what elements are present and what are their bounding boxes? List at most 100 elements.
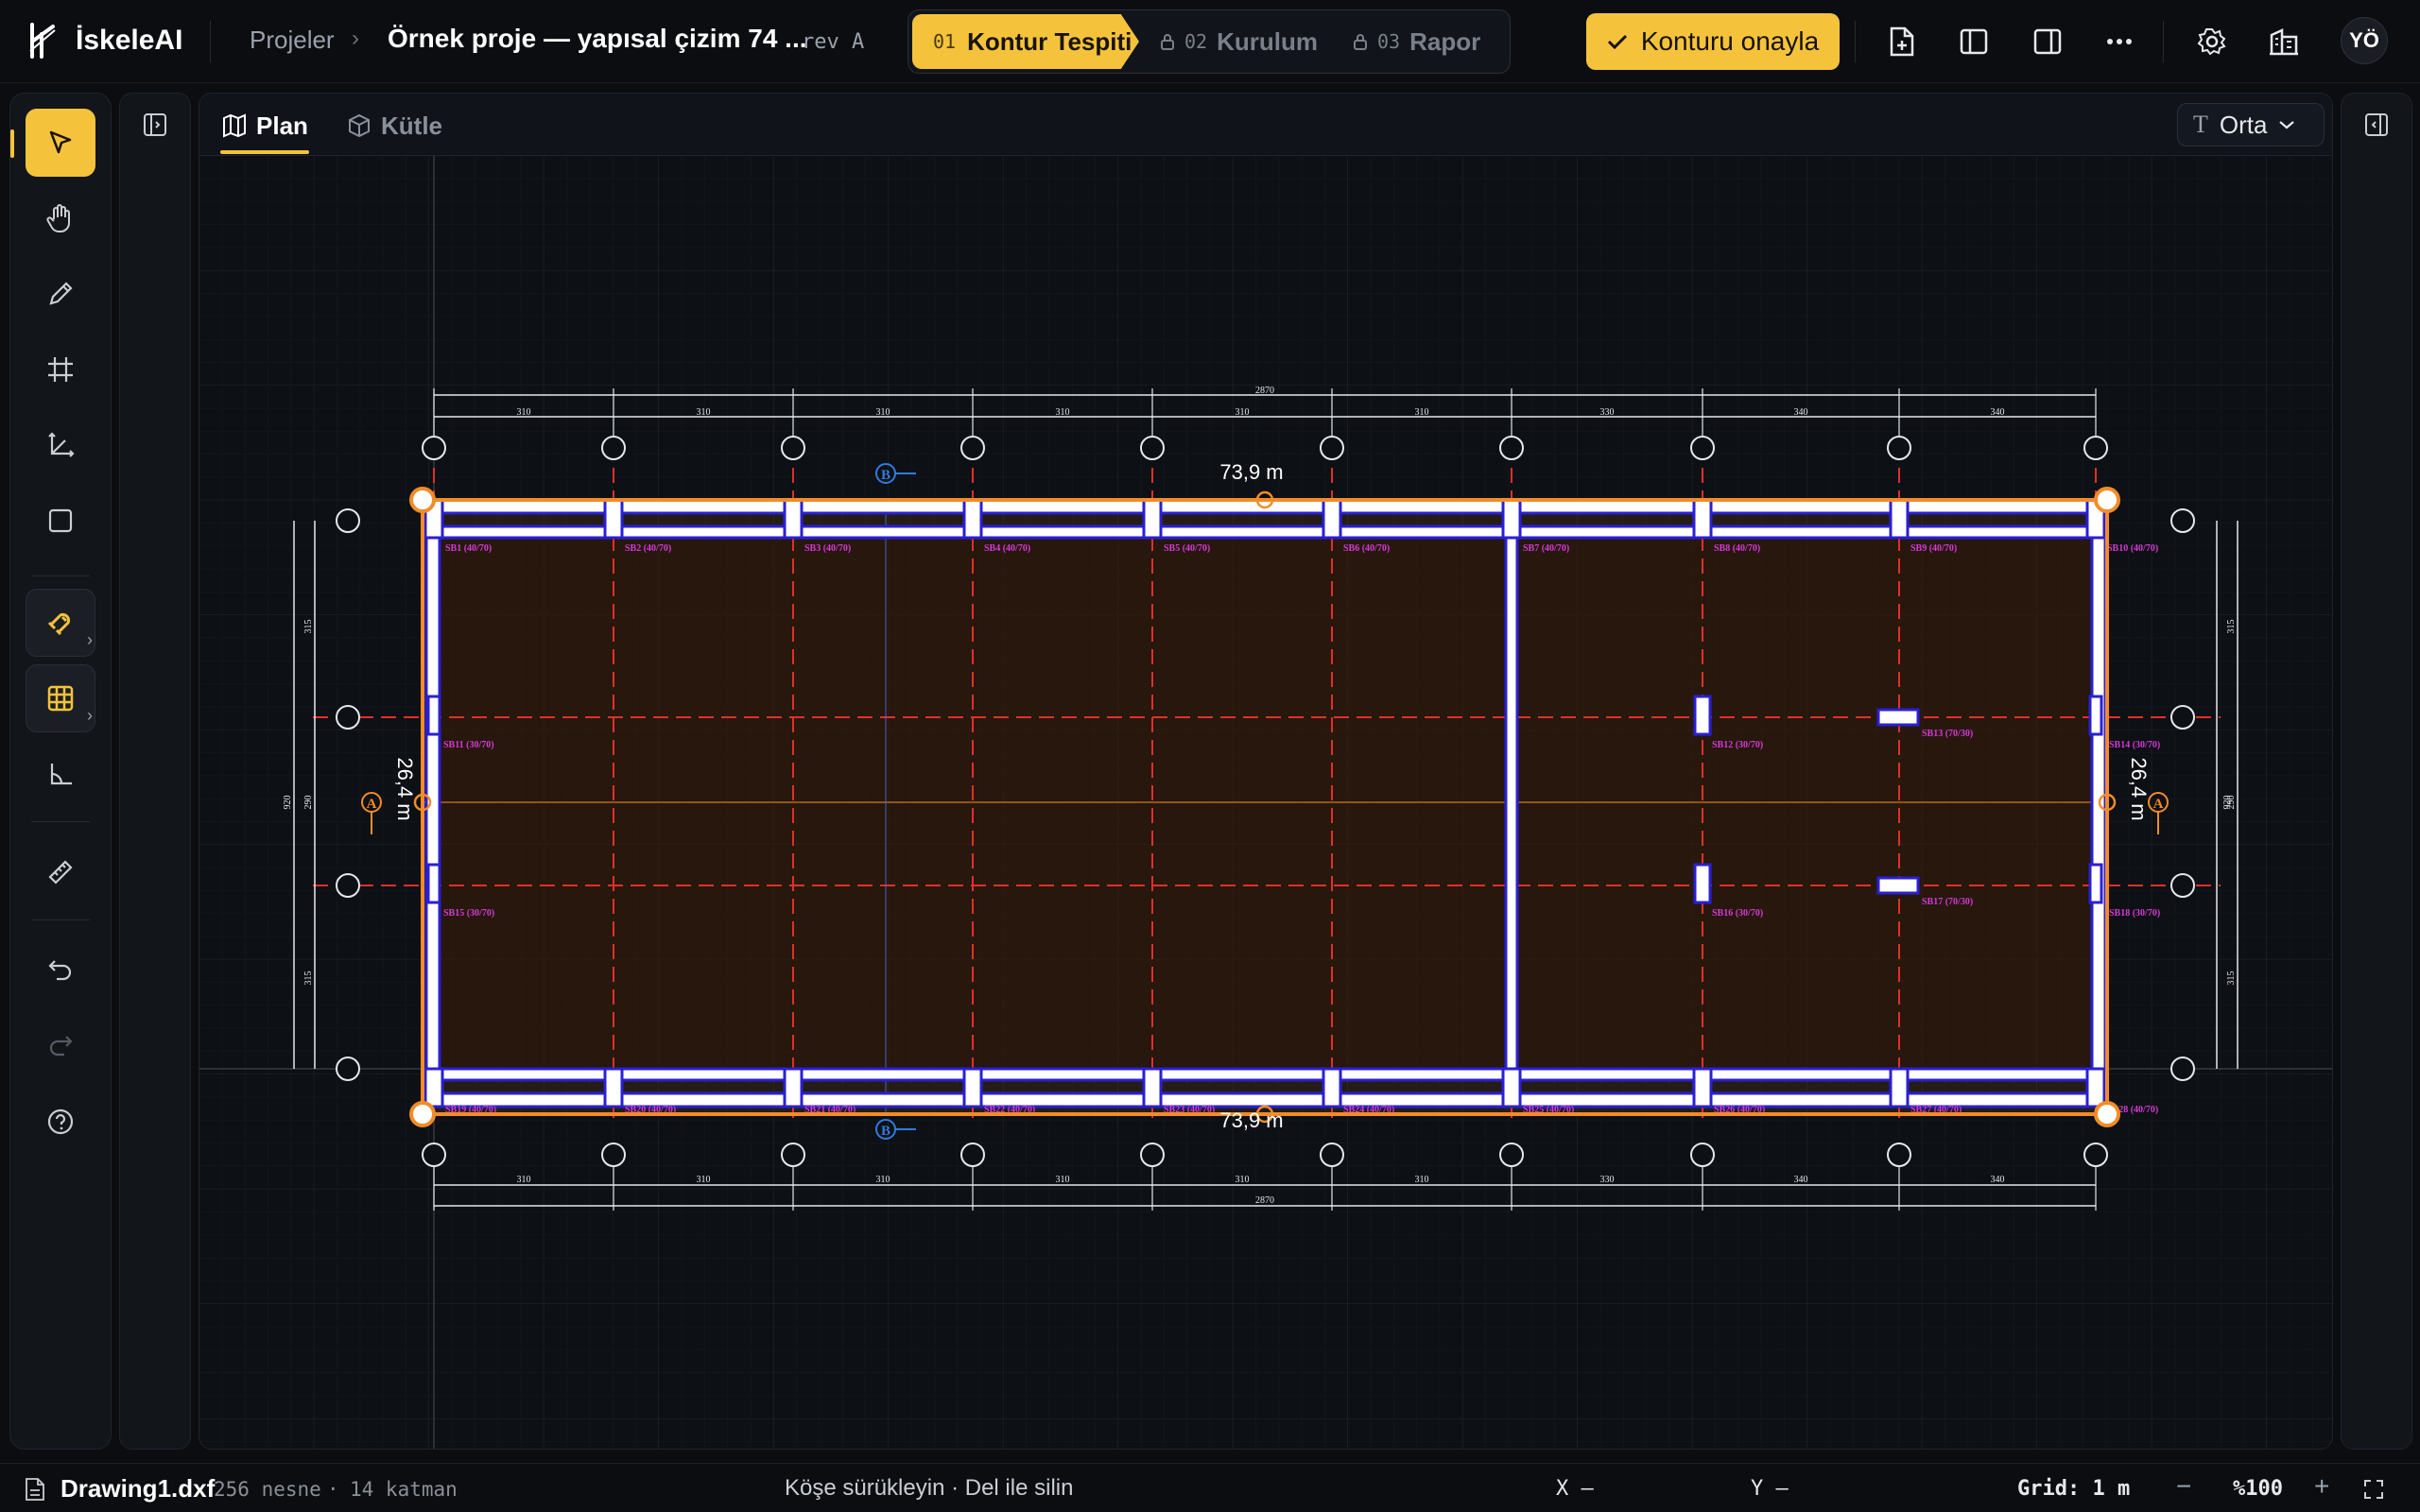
expand-panel-icon[interactable] (2364, 112, 2389, 142)
axis-bubble (336, 508, 360, 533)
axis-bubble (2170, 873, 2195, 898)
dimension-text: 340 (1794, 407, 1808, 418)
dimension-text: 310 (517, 407, 531, 418)
confirm-contour-button[interactable]: Konturu onayla (1586, 13, 1840, 70)
axis-bubble (781, 436, 805, 460)
divider (31, 919, 90, 920)
magnet-icon (47, 612, 71, 636)
dimension-text: 310 (517, 1175, 531, 1185)
zoom-in-button[interactable]: + (2314, 1471, 2329, 1502)
step-number: 01 (933, 30, 957, 53)
axis-bubble (1320, 1143, 1344, 1167)
axis-bubble (336, 873, 360, 898)
column-top (603, 498, 624, 540)
axis-bubble (2170, 705, 2195, 730)
dimension-text: 310 (1056, 1175, 1070, 1185)
zoom-level[interactable]: %100 (2233, 1477, 2283, 1501)
dimension-text: 310 (876, 407, 890, 418)
dimension-text: 920 (2222, 796, 2233, 810)
axis-bubble (781, 1143, 805, 1167)
beam-label: SB2 (40/70) (625, 543, 671, 554)
column-top (1889, 498, 1910, 540)
drawing-canvas[interactable]: Plan Kütle T Orta SB1 (40/70) SB2 (40/70… (199, 93, 2333, 1450)
text-size-select[interactable]: T Orta (2177, 103, 2325, 146)
axis-bubble (1887, 1143, 1911, 1167)
file-name[interactable]: Drawing1.dxf (60, 1474, 215, 1503)
structural-drawing: SB1 (40/70) SB2 (40/70) SB3 (40/70) SB4 (40… (283, 386, 2238, 1211)
dimension-text: 310 (1236, 407, 1250, 418)
contour-corner-handle (2094, 1101, 2120, 1127)
building-icon[interactable] (2265, 23, 2303, 60)
snap-tool[interactable]: › (26, 589, 95, 657)
axis-bubble (1320, 436, 1344, 460)
beam-label: SB8 (40/70) (1714, 543, 1760, 554)
axis-bubble (1499, 1143, 1524, 1167)
settings-gear-icon[interactable] (2193, 23, 2231, 60)
app-logo[interactable]: İskeleAI (26, 21, 182, 60)
ruler-icon (48, 860, 73, 885)
select-tool[interactable] (26, 109, 95, 177)
redo-button[interactable] (26, 1012, 95, 1080)
fullscreen-icon[interactable] (2363, 1479, 2384, 1500)
draw-tool[interactable] (26, 260, 95, 328)
dimension-text: 310 (1415, 407, 1429, 418)
divider (1855, 21, 1856, 62)
left-panel-toggle-icon[interactable] (1955, 23, 1993, 60)
beam-label: SB3 (40/70) (804, 543, 851, 554)
beam-label: SB13 (70/30) (1922, 729, 1973, 739)
frame-tool[interactable] (26, 335, 95, 404)
axis-bubble (1887, 436, 1911, 460)
section-marker-a-label: A (367, 797, 377, 812)
axis-icon (48, 432, 75, 457)
user-avatar[interactable]: YÖ (2341, 17, 2388, 64)
dimension-text: 310 (1056, 407, 1070, 418)
text-size-value: Orta (2219, 110, 2268, 139)
separator-dot: · (327, 1478, 339, 1501)
check-icon (1607, 34, 1627, 50)
contour-corner-handle (409, 487, 436, 513)
beam-label: SB16 (30/70) (1712, 908, 1763, 919)
active-tab-indicator (220, 150, 309, 154)
zoom-out-button[interactable]: − (2176, 1471, 2191, 1502)
hand-icon (46, 204, 70, 232)
undo-button[interactable] (26, 936, 95, 1005)
brand-name: İskeleAI (76, 25, 183, 56)
plan-view[interactable]: SB1 (40/70) SB2 (40/70) SB3 (40/70) SB4 (40… (199, 156, 2333, 1450)
column-mid (1693, 695, 1712, 736)
step-contour-detection[interactable]: 01 Kontur Tespiti (912, 14, 1139, 69)
breadcrumb-projects[interactable]: Projeler (250, 26, 335, 55)
layer-count: 14 katman (350, 1478, 458, 1501)
axis-bubble (1690, 1143, 1715, 1167)
step-report[interactable]: 03 Rapor (1353, 14, 1480, 69)
dimension-text: 290 (303, 796, 314, 810)
more-icon[interactable] (2100, 23, 2138, 60)
dimension-text: 310 (876, 1175, 890, 1185)
column-top (1501, 498, 1522, 540)
beam-label: SB17 (70/30) (1922, 897, 1973, 907)
column-mid (1876, 708, 1920, 727)
expand-panel-icon[interactable] (143, 112, 167, 142)
new-file-icon[interactable] (1883, 23, 1921, 60)
pan-tool[interactable] (26, 184, 95, 252)
beam-label: SB7 (40/70) (1523, 543, 1569, 554)
axis-bubble (2170, 1057, 2195, 1081)
tab-mass[interactable]: Kütle (347, 107, 442, 145)
rectangle-tool[interactable] (26, 487, 95, 555)
grid-tool[interactable]: › (26, 664, 95, 732)
dimension-text: 310 (697, 407, 711, 418)
dimension-text: 2870 (1255, 386, 1274, 396)
object-count: 256 nesne (214, 1478, 321, 1501)
help-button[interactable] (26, 1088, 95, 1156)
step-setup[interactable]: 02 Kurulum (1160, 14, 1318, 69)
cursor-x: X – (1556, 1477, 1594, 1501)
cursor-icon (49, 130, 72, 154)
grid-size[interactable]: Grid: 1 m (2017, 1477, 2130, 1501)
tab-plan[interactable]: Plan (222, 107, 308, 145)
left-wall (424, 498, 441, 1108)
angle-tool[interactable] (26, 740, 95, 808)
project-title[interactable]: Örnek proje — yapısal çizim 74 ... (388, 24, 807, 54)
contour-length-top: 73,9 m (1219, 460, 1283, 484)
right-panel-toggle-icon[interactable] (2029, 23, 2066, 60)
measure-tool[interactable] (26, 838, 95, 906)
axis-tool[interactable] (26, 411, 95, 479)
